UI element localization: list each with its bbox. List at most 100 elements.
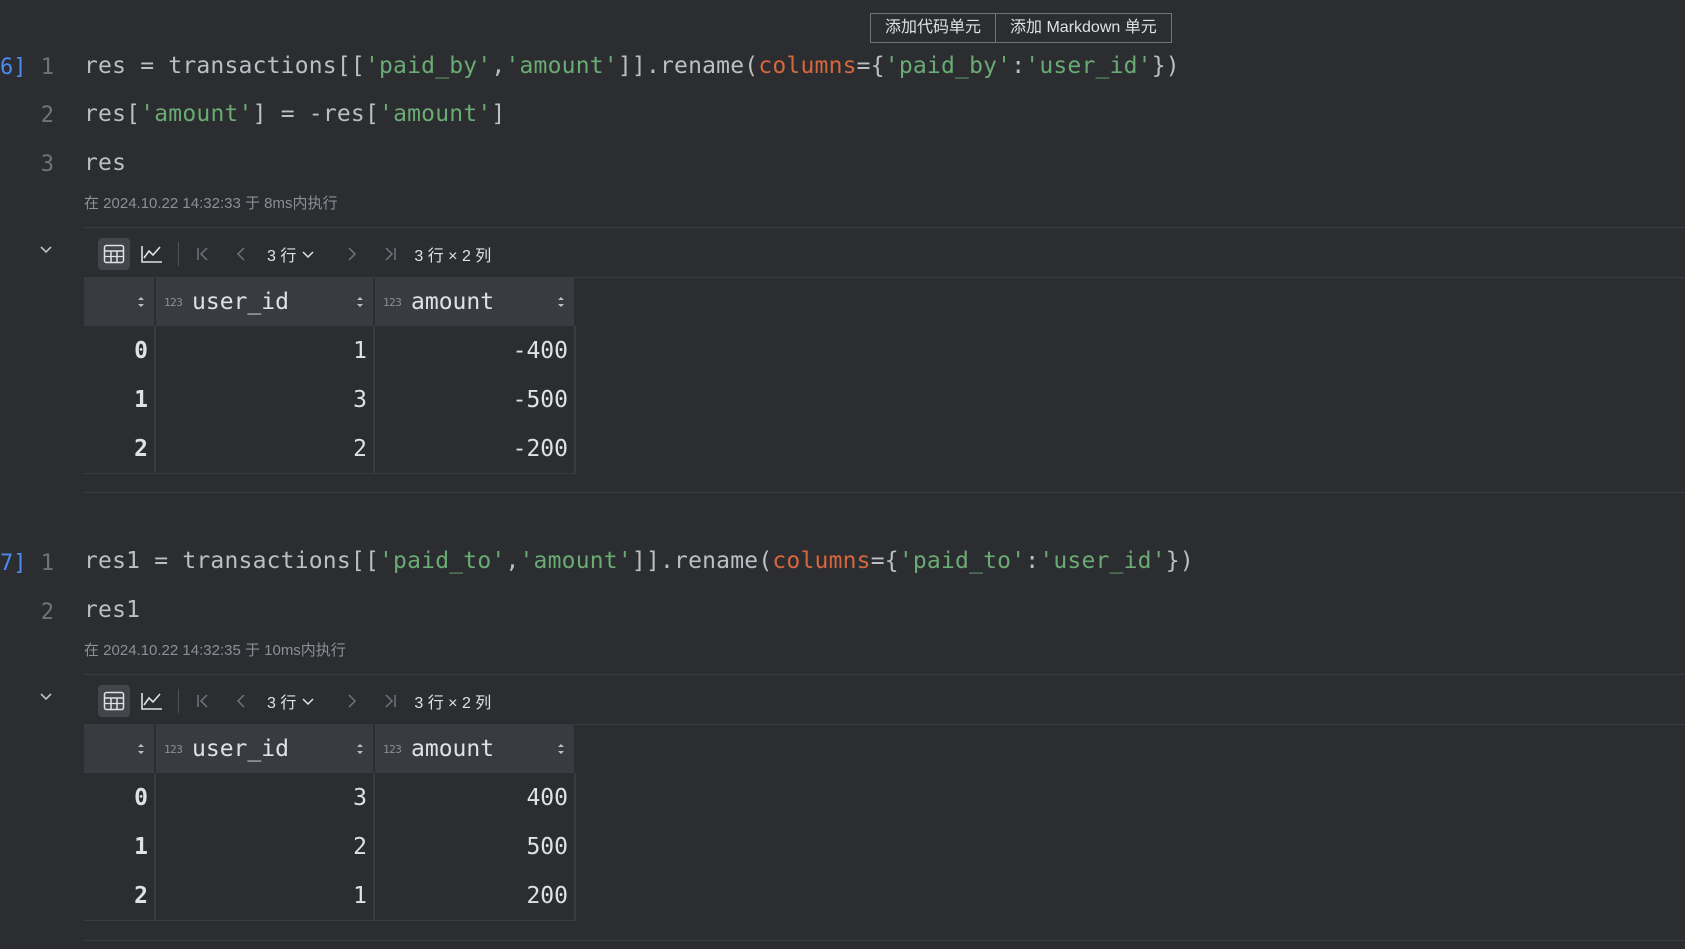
code-token: res = transactions[[ (84, 53, 365, 79)
table-row: 0 1 -400 (84, 326, 576, 375)
line-number: 1 (40, 55, 54, 80)
numeric-type-icon: 123 (383, 742, 402, 756)
last-page-button[interactable] (376, 238, 404, 270)
cell-user-id[interactable]: 1 (155, 871, 375, 921)
output-divider (84, 940, 1685, 941)
code-line[interactable]: res['amount'] = -res['amount'] (84, 101, 505, 127)
toolbar-separator (178, 689, 179, 713)
table-shape-label: 3 行 × 2 列 (414, 695, 492, 712)
rows-per-page-select[interactable]: 3 行 (267, 242, 316, 266)
prev-page-button[interactable] (227, 685, 255, 717)
sort-icon[interactable] (556, 289, 566, 315)
code-line[interactable]: res1 (84, 597, 140, 623)
column-header-user-id[interactable]: 123 user_id (155, 725, 375, 773)
code-token: ={ (856, 53, 885, 79)
chart-view-button[interactable] (136, 685, 168, 717)
table-row: 2 2 -200 (84, 424, 576, 474)
code-string: 'user_id' (1025, 53, 1152, 79)
add-code-cell-button[interactable]: 添加代码单元 (870, 13, 997, 43)
code-string: 'amount' (519, 548, 632, 574)
next-page-icon (348, 247, 357, 261)
next-page-button[interactable] (338, 685, 366, 717)
cell-amount[interactable]: -200 (374, 424, 576, 474)
table-view-button[interactable] (98, 238, 130, 270)
last-page-button[interactable] (376, 685, 404, 717)
cell-user-id[interactable]: 3 (155, 375, 375, 424)
first-page-button[interactable] (189, 238, 217, 270)
next-page-button[interactable] (338, 238, 366, 270)
sort-icon[interactable] (355, 736, 365, 762)
sort-icon[interactable] (136, 736, 146, 762)
chart-icon (141, 693, 162, 710)
rows-per-page-select[interactable]: 3 行 (267, 689, 316, 713)
row-index[interactable]: 1 (84, 822, 156, 871)
table-shape-label: 3 行 × 2 列 (414, 248, 492, 265)
collapse-chevron-icon[interactable] (38, 688, 54, 704)
prev-page-icon (236, 694, 245, 708)
dataframe-table: 123 user_id 123 amount 0 1 -400 1 3 -500 2… (84, 278, 576, 474)
sort-icon[interactable] (136, 289, 146, 315)
numeric-type-icon: 123 (164, 742, 183, 756)
collapse-chevron-icon[interactable] (38, 241, 54, 257)
code-token: ] = -res[ (252, 101, 380, 127)
row-index[interactable]: 0 (84, 326, 156, 375)
table-header-row: 123 user_id 123 amount (84, 278, 576, 326)
column-header-user-id[interactable]: 123 user_id (155, 278, 375, 326)
code-token: , (491, 53, 506, 79)
cell-amount[interactable]: 500 (374, 822, 576, 871)
index-header[interactable] (84, 725, 156, 773)
row-index[interactable]: 1 (84, 375, 156, 424)
table-header-row: 123 user_id 123 amount (84, 725, 576, 773)
code-line[interactable]: res = transactions[['paid_by','amount']]… (84, 53, 1180, 79)
code-string: 'user_id' (1039, 548, 1166, 574)
row-index[interactable]: 2 (84, 871, 156, 921)
code-line[interactable]: res1 = transactions[['paid_to','amount']… (84, 548, 1194, 574)
add-cell-toolbar: 添加代码单元 添加 Markdown 单元 (870, 13, 1172, 43)
cell-user-id[interactable]: 2 (155, 424, 375, 474)
code-string: 'paid_by' (884, 53, 1012, 79)
code-token: }) (1151, 53, 1180, 79)
sort-icon[interactable] (556, 736, 566, 762)
cell-amount[interactable]: -500 (374, 375, 576, 424)
line-number: 2 (40, 600, 54, 625)
table-view-button[interactable] (98, 685, 130, 717)
add-markdown-cell-button[interactable]: 添加 Markdown 单元 (996, 13, 1172, 43)
column-header-label: amount (411, 736, 495, 762)
column-header-amount[interactable]: 123 amount (374, 725, 576, 773)
rows-per-page-label: 3 行 (267, 695, 297, 712)
row-index[interactable]: 0 (84, 773, 156, 822)
chart-view-button[interactable] (136, 238, 168, 270)
code-string: 'amount' (379, 101, 492, 127)
first-page-icon (197, 247, 208, 261)
rows-per-page-label: 3 行 (267, 248, 297, 265)
prev-page-button[interactable] (227, 238, 255, 270)
row-index[interactable]: 2 (84, 424, 156, 474)
cell-amount[interactable]: 200 (374, 871, 576, 921)
cell-user-id[interactable]: 2 (155, 822, 375, 871)
cell-user-id[interactable]: 1 (155, 326, 375, 375)
code-token: ]].rename( (631, 548, 773, 574)
code-token: res1 = transactions[[ (84, 548, 379, 574)
last-page-icon (385, 247, 397, 261)
chevron-down-icon (302, 251, 314, 259)
cell-user-id[interactable]: 3 (155, 773, 375, 822)
column-header-amount[interactable]: 123 amount (374, 278, 576, 326)
index-header[interactable] (84, 278, 156, 326)
numeric-type-icon: 123 (383, 295, 402, 309)
code-keyword-arg: columns (758, 53, 857, 79)
code-token: res[ (84, 101, 141, 127)
table-icon (103, 691, 125, 711)
prev-page-icon (236, 247, 245, 261)
code-string: 'paid_to' (898, 548, 1026, 574)
cell-amount[interactable]: 400 (374, 773, 576, 822)
sort-icon[interactable] (355, 289, 365, 315)
output-divider (84, 227, 1685, 228)
code-token: : (1011, 53, 1026, 79)
last-page-icon (385, 694, 397, 708)
next-page-icon (348, 694, 357, 708)
line-number: 1 (40, 551, 54, 576)
first-page-button[interactable] (189, 685, 217, 717)
code-token: ]].rename( (617, 53, 759, 79)
cell-amount[interactable]: -400 (374, 326, 576, 375)
code-line[interactable]: res (84, 150, 126, 176)
